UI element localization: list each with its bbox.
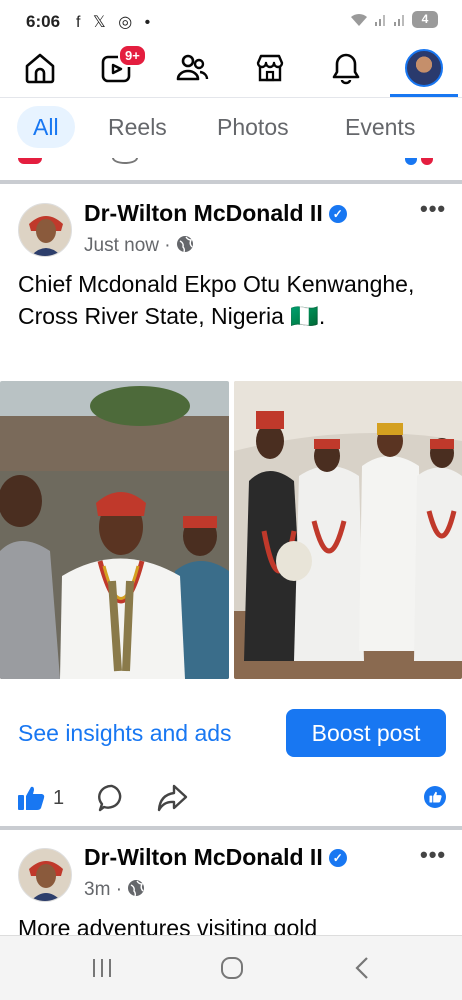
reaction-row: 1 bbox=[0, 776, 462, 820]
photo-chief-portrait bbox=[0, 381, 229, 679]
comment-icon bbox=[98, 784, 122, 812]
author-name: Dr-Wilton McDonald II bbox=[84, 200, 323, 226]
back-icon bbox=[355, 957, 368, 979]
bell-icon bbox=[332, 53, 360, 85]
home-tab[interactable] bbox=[18, 46, 62, 90]
see-insights-link[interactable]: See insights and ads bbox=[18, 720, 232, 747]
boost-post-button[interactable]: Boost post bbox=[286, 709, 446, 757]
post-actions-row: See insights and ads Boost post bbox=[0, 700, 462, 770]
like-mini-icon bbox=[429, 791, 442, 803]
more-icon[interactable]: ••• bbox=[420, 196, 446, 222]
author-avatar[interactable] bbox=[18, 203, 72, 257]
author-name-2: Dr-Wilton McDonald II bbox=[84, 844, 323, 870]
verified-icon: ✓ bbox=[328, 205, 347, 223]
more-icon-2[interactable]: ••• bbox=[420, 842, 446, 868]
post-author-2[interactable]: Dr-Wilton McDonald II ✓ bbox=[84, 844, 347, 871]
friends-tab[interactable] bbox=[170, 46, 214, 90]
post-text: Chief Mcdonald Ekpo Otu Kenwanghe, Cross… bbox=[18, 271, 415, 329]
author-avatar-2[interactable] bbox=[18, 848, 72, 902]
post-time[interactable]: Just now bbox=[84, 235, 159, 256]
status-indicators: 4 bbox=[349, 11, 438, 28]
signal-icon bbox=[375, 14, 385, 26]
tab-reels[interactable]: Reels bbox=[92, 106, 183, 148]
post-time-2[interactable]: 3m bbox=[84, 879, 110, 900]
comment-button[interactable] bbox=[97, 783, 127, 818]
notification-badge: 9+ bbox=[118, 44, 147, 67]
share-button[interactable] bbox=[156, 783, 188, 818]
photo-chiefs-group bbox=[234, 381, 462, 679]
marketplace-icon bbox=[256, 54, 284, 82]
tab-photos[interactable]: Photos bbox=[201, 106, 305, 148]
author-photo-icon-2 bbox=[19, 849, 71, 901]
meta-separator-2: · bbox=[115, 879, 128, 900]
recent-apps-icon bbox=[93, 959, 111, 977]
status-app-icons: f 𝕏 ◎ • bbox=[76, 14, 155, 31]
post-photo-2[interactable] bbox=[234, 381, 462, 679]
tab-events[interactable]: Events bbox=[329, 106, 431, 148]
reaction-edge-icon bbox=[18, 158, 42, 164]
previous-post-edge bbox=[0, 158, 462, 184]
post-divider bbox=[0, 826, 462, 830]
profile-tab[interactable] bbox=[402, 46, 446, 90]
share-icon bbox=[157, 784, 188, 812]
post-author[interactable]: Dr-Wilton McDonald II ✓ bbox=[84, 200, 347, 227]
reaction-summary-icon[interactable] bbox=[424, 786, 446, 808]
like-button[interactable]: 1 bbox=[17, 785, 64, 811]
system-navigation-bar bbox=[0, 935, 462, 1000]
like-count: 1 bbox=[53, 786, 65, 809]
author-photo-icon bbox=[19, 204, 71, 256]
tab-all[interactable]: All bbox=[17, 106, 75, 148]
meta-separator: · bbox=[164, 235, 176, 256]
home-icon bbox=[25, 53, 55, 84]
back-button[interactable] bbox=[342, 952, 382, 984]
post-meta-2: 3m · bbox=[84, 879, 145, 901]
post-text-2: More adventures visiting gold bbox=[18, 915, 318, 935]
recent-apps-button[interactable] bbox=[82, 952, 122, 984]
home-circle-icon bbox=[221, 957, 243, 979]
comment-edge-icon bbox=[112, 158, 138, 164]
top-navigation: 9+ bbox=[0, 44, 462, 98]
filter-tabs: All Reels Photos Events bbox=[0, 98, 462, 158]
marketplace-tab[interactable] bbox=[248, 46, 292, 90]
active-tab-indicator bbox=[390, 94, 458, 97]
friends-icon bbox=[176, 54, 209, 81]
post-meta: Just now · bbox=[84, 235, 194, 257]
signal-icon-2 bbox=[394, 14, 404, 26]
reaction-edge-dots bbox=[405, 158, 439, 165]
like-icon bbox=[18, 786, 45, 810]
status-time: 6:06 bbox=[26, 12, 61, 31]
battery-indicator: 4 bbox=[412, 11, 438, 28]
post-photo-1[interactable] bbox=[0, 381, 229, 679]
wifi-icon bbox=[351, 13, 367, 26]
home-button[interactable] bbox=[212, 952, 252, 984]
verified-icon-2: ✓ bbox=[328, 849, 347, 867]
globe-icon bbox=[176, 236, 193, 253]
profile-avatar bbox=[405, 49, 443, 87]
status-bar: 6:06 f 𝕏 ◎ • 4 bbox=[0, 0, 462, 44]
notifications-tab[interactable] bbox=[324, 46, 368, 90]
globe-icon-2 bbox=[128, 880, 145, 897]
